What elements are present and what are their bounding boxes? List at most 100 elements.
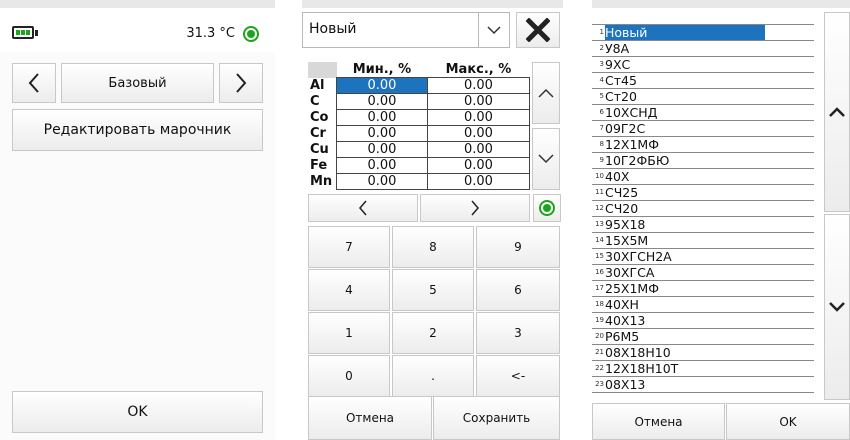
keypad-key[interactable]: 9: [476, 226, 560, 268]
status-indicator-icon: [243, 26, 259, 42]
list-item[interactable]: 5 Ст20: [592, 89, 814, 105]
list-item[interactable]: 14 15Х5М: [592, 233, 814, 249]
min-value-cell[interactable]: 0.00: [336, 77, 428, 94]
list-item-label: 95Х18: [605, 217, 646, 232]
max-value-cell[interactable]: 0.00: [426, 173, 531, 190]
list-item[interactable]: 22 12Х18Н10Т: [592, 361, 814, 377]
list-item-label: 10Г2ФБЮ: [605, 153, 670, 168]
list-item[interactable]: 19 40Х13: [592, 313, 814, 329]
list-item[interactable]: 3 9ХС: [592, 57, 814, 73]
ok-button[interactable]: OK: [12, 391, 263, 433]
max-value-cell[interactable]: 0.00: [426, 93, 531, 110]
list-item-label: Р6М5: [605, 329, 640, 344]
list-item[interactable]: 23 08Х13: [592, 377, 814, 393]
min-value-cell[interactable]: 0.00: [336, 173, 428, 190]
list-item[interactable]: 13 95Х18: [592, 217, 814, 233]
list-item-label: 30ХГСН2А: [605, 249, 672, 264]
element-label: Cu: [310, 142, 329, 157]
ok-button[interactable]: OK: [726, 403, 850, 440]
keypad-key[interactable]: .: [392, 355, 474, 397]
keypad-key[interactable]: 8: [392, 226, 474, 268]
keypad-key[interactable]: 3: [476, 312, 560, 354]
battery-tip: [35, 30, 38, 36]
top-strip: [592, 0, 850, 8]
table-row: Cr 0.00 0.00: [308, 125, 531, 142]
max-value-cell[interactable]: 0.00: [426, 77, 531, 94]
keypad-key[interactable]: 4: [308, 269, 390, 311]
list-item[interactable]: 21 08Х18Н10: [592, 345, 814, 361]
min-value-cell[interactable]: 0.00: [336, 109, 428, 126]
list-item[interactable]: 4 Ст45: [592, 73, 814, 89]
list-item-label: Ст20: [605, 89, 637, 104]
close-icon: [526, 18, 550, 42]
list-item-number: 22: [595, 364, 604, 372]
grade-select[interactable]: Новый: [302, 12, 510, 48]
list-item[interactable]: 17 25Х1МФ: [592, 281, 814, 297]
prev-cell-button[interactable]: [308, 194, 418, 222]
list-item-label: 08Х13: [605, 377, 646, 392]
list-item[interactable]: 15 30ХГСН2А: [592, 249, 814, 265]
min-value-cell[interactable]: 0.00: [336, 157, 428, 174]
next-cell-button[interactable]: [420, 194, 530, 222]
keypad-key[interactable]: 1: [308, 312, 390, 354]
element-label: Co: [310, 110, 329, 125]
edit-grades-button[interactable]: Редактировать марочник: [12, 109, 263, 151]
min-value-cell[interactable]: 0.00: [336, 93, 428, 110]
scroll-down-button[interactable]: [532, 128, 560, 190]
list-item[interactable]: 18 40ХН: [592, 297, 814, 313]
scroll-down-button[interactable]: [824, 214, 850, 400]
list-item-number: 20: [595, 332, 604, 340]
list-item-label: СЧ25: [605, 185, 639, 200]
keypad-key[interactable]: 7: [308, 226, 390, 268]
list-item-number: 5: [599, 92, 604, 100]
list-item[interactable]: 8 12Х1МФ: [592, 137, 814, 153]
chevron-down-icon[interactable]: [478, 13, 509, 47]
table-row: Cu 0.00 0.00: [308, 141, 531, 158]
min-value-cell[interactable]: 0.00: [336, 141, 428, 158]
list-item[interactable]: 9 10Г2ФБЮ: [592, 153, 814, 169]
list-item[interactable]: 16 30ХГСА: [592, 265, 814, 281]
list-item-number: 10: [595, 172, 604, 180]
list-item[interactable]: 2 У8А: [592, 41, 814, 57]
cancel-button[interactable]: Отмена: [592, 403, 725, 440]
chevron-down-icon: [538, 154, 554, 164]
list-item[interactable]: 1 Новый: [592, 25, 814, 41]
prev-mode-button[interactable]: [12, 63, 56, 103]
list-item-label: 40Х13: [605, 313, 646, 328]
max-value-cell[interactable]: 0.00: [426, 157, 531, 174]
keypad-key[interactable]: 0: [308, 355, 390, 397]
next-mode-button[interactable]: [219, 63, 263, 103]
keypad-key[interactable]: 6: [476, 269, 560, 311]
grade-select-value: Новый: [309, 21, 357, 37]
status-button[interactable]: [533, 194, 561, 222]
save-button[interactable]: Сохранить: [433, 396, 560, 440]
list-item-label: 12Х1МФ: [605, 137, 659, 152]
close-button[interactable]: [516, 12, 560, 48]
keypad-key[interactable]: 5: [392, 269, 474, 311]
list-item-label: 08Х18Н10: [605, 345, 671, 360]
scroll-up-button[interactable]: [532, 62, 560, 124]
list-item-label: 9ХС: [605, 57, 631, 72]
keypad-key[interactable]: 2: [392, 312, 474, 354]
scroll-up-button[interactable]: [824, 12, 850, 212]
list-item[interactable]: 20 Р6М5: [592, 329, 814, 345]
list-item[interactable]: 10 40Х: [592, 169, 814, 185]
max-value-cell[interactable]: 0.00: [426, 125, 531, 142]
chevron-right-icon: [471, 200, 479, 216]
grade-list-screen: 1 Новый 2 У8А 3 9ХС 4 Ст45 5 Ст20 6 10ХСНД 7 09Г2С 8 12…: [592, 0, 850, 440]
table-corner: [308, 62, 337, 78]
chevron-up-icon: [538, 88, 554, 98]
min-value-cell[interactable]: 0.00: [336, 125, 428, 142]
cancel-button[interactable]: Отмена: [308, 396, 432, 440]
list-item[interactable]: 11 СЧ25: [592, 185, 814, 201]
list-item[interactable]: 7 09Г2С: [592, 121, 814, 137]
list-item[interactable]: 6 10ХСНД: [592, 105, 814, 121]
list-item-label: 09Г2С: [605, 121, 646, 136]
battery-icon: [12, 26, 34, 39]
list-item-number: 19: [595, 316, 604, 324]
keypad-key[interactable]: <-: [476, 355, 560, 397]
list-item[interactable]: 12 СЧ20: [592, 201, 814, 217]
max-value-cell[interactable]: 0.00: [426, 109, 531, 126]
chevron-down-icon: [829, 302, 845, 312]
max-value-cell[interactable]: 0.00: [426, 141, 531, 158]
